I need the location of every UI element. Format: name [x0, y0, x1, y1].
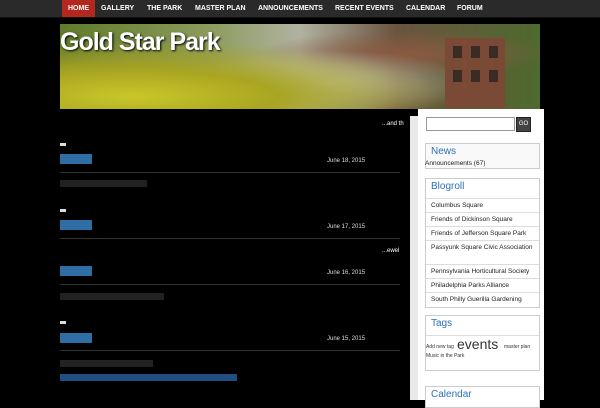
blogroll-link[interactable]: Friends of Jefferson Square Park: [431, 229, 536, 238]
divider: [426, 278, 539, 279]
nav-recent-events[interactable]: RECENT EVENTS: [335, 0, 394, 17]
header-banner: Gold Star Park: [60, 24, 540, 109]
post-title-link[interactable]: [60, 266, 92, 276]
post-icon: [60, 209, 66, 212]
blogroll-link[interactable]: Philadelphia Parks Alliance: [431, 281, 536, 290]
post-snippet: ...ewel: [382, 248, 400, 254]
post-date: June 15, 2015: [327, 336, 366, 342]
news-title: News: [431, 146, 457, 157]
divider: [426, 212, 539, 213]
post-excerpt: [60, 360, 153, 367]
nav-announcements[interactable]: ANNOUNCEMENTS: [258, 0, 323, 17]
nav-forum[interactable]: FORUM: [457, 0, 483, 17]
tag-link[interactable]: Music in the Park: [426, 353, 464, 359]
calendar-widget: Calendar: [425, 386, 540, 408]
post-snippet: ...and th: [382, 121, 404, 127]
site-title[interactable]: Gold Star Park: [60, 28, 221, 57]
nav-calendar[interactable]: CALENDAR: [406, 0, 445, 17]
blogroll-title: Blogroll: [431, 181, 465, 192]
post-link[interactable]: [60, 374, 237, 381]
tags-title: Tags: [431, 318, 453, 329]
blogroll-link[interactable]: Friends of Dickinson Square: [431, 215, 536, 224]
blogroll-link[interactable]: South Philly Guerilla Gardening: [431, 295, 536, 304]
divider: [426, 198, 539, 199]
blogroll-link[interactable]: Columbus Square: [431, 201, 536, 210]
search-go-button[interactable]: GO: [516, 117, 531, 132]
post-date: June 18, 2015: [327, 158, 366, 164]
divider: [426, 264, 539, 265]
calendar-title: Calendar: [431, 389, 472, 400]
blogroll-widget: Blogroll Columbus Square Friends of Dick…: [425, 178, 540, 308]
nav-gallery[interactable]: GALLERY: [101, 0, 134, 17]
post-icon: [60, 143, 66, 146]
content-edge: [410, 116, 418, 400]
divider: [426, 240, 539, 241]
sidebar: GO News Announcements (67) Blogroll Colu…: [418, 109, 544, 408]
nav-master-plan[interactable]: MASTER PLAN: [195, 0, 246, 17]
post-divider: [60, 350, 400, 351]
news-category[interactable]: Announcements (67): [425, 160, 485, 167]
nav-home[interactable]: HOME: [62, 0, 95, 17]
post-date: June 17, 2015: [327, 224, 366, 230]
post-title-link[interactable]: [60, 154, 92, 164]
post-excerpt: [60, 293, 164, 300]
post-date: June 16, 2015: [327, 270, 366, 276]
tag-link[interactable]: master plan: [504, 344, 530, 350]
nav-the-park[interactable]: THE PARK: [147, 0, 182, 17]
header-photo-building: [445, 38, 505, 108]
divider: [426, 226, 539, 227]
tag-link[interactable]: events: [457, 336, 498, 352]
news-category-count: (67): [473, 160, 486, 167]
post-title-link[interactable]: [60, 220, 92, 230]
search-input[interactable]: [426, 117, 515, 131]
post-title-link[interactable]: [60, 333, 92, 343]
tags-widget: Tags Add new tag events master plan Musi…: [425, 315, 540, 371]
main-nav: HOME GALLERY THE PARK MASTER PLAN ANNOUN…: [0, 0, 600, 18]
post-list: ...and th June 18, 2015 June 17, 2015 ..…: [60, 116, 410, 400]
divider: [426, 292, 539, 293]
blogroll-link[interactable]: Pennsylvania Horticultural Society: [431, 267, 536, 276]
post-excerpt: [60, 180, 147, 187]
post-icon: [60, 321, 66, 324]
post-divider: [60, 284, 400, 285]
post-divider: [60, 172, 400, 173]
post-divider: [60, 238, 400, 239]
blogroll-link[interactable]: Passyunk Square Civic Association: [431, 243, 536, 252]
tag-link[interactable]: Add new tag: [426, 344, 454, 350]
news-category-name[interactable]: Announcements: [425, 160, 472, 167]
